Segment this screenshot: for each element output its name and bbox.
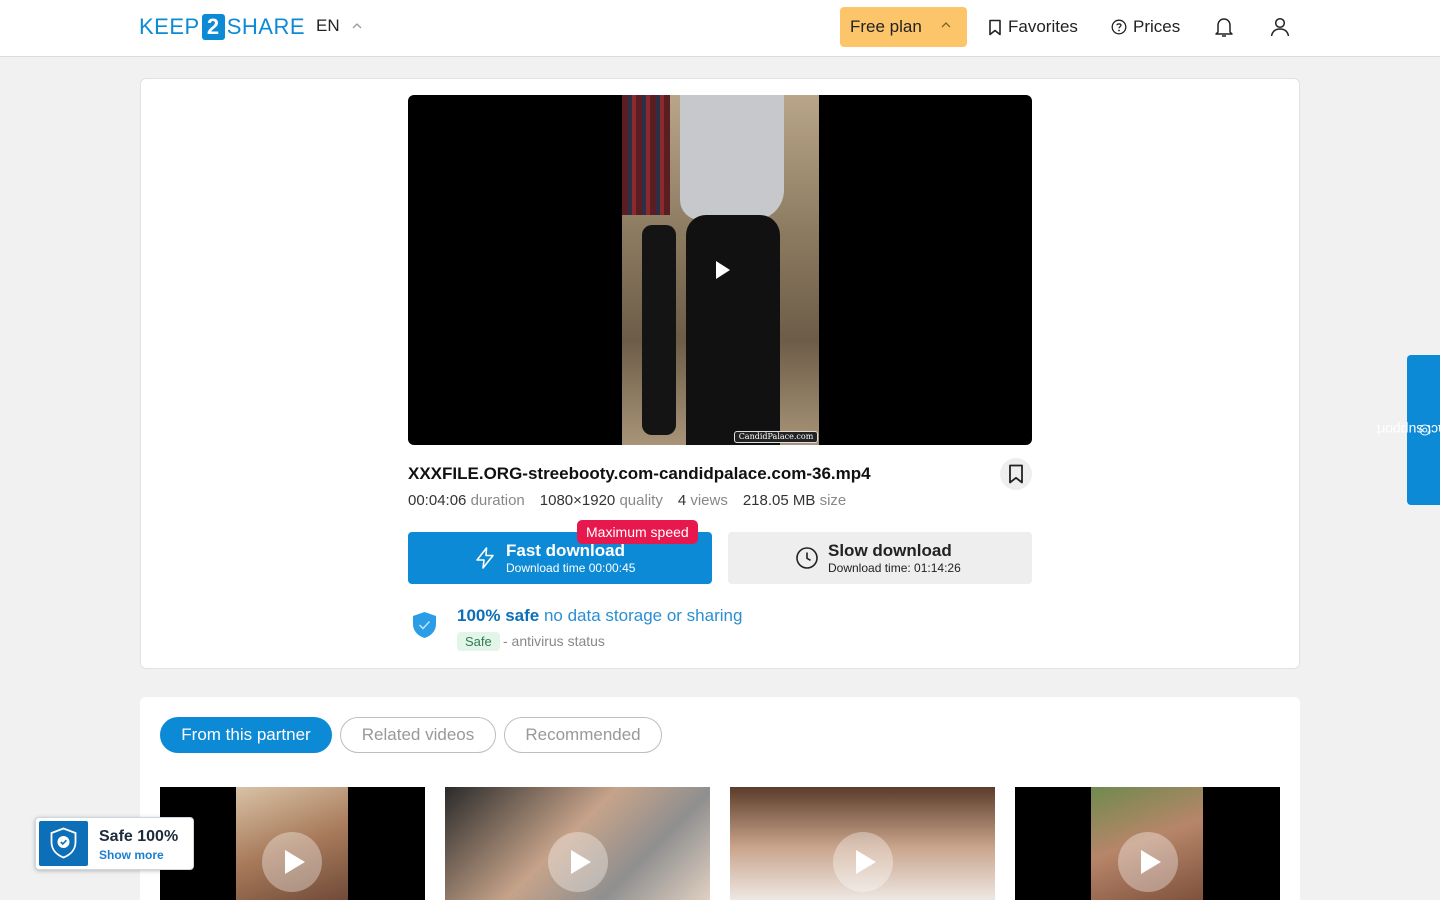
bell-icon [1215, 18, 1233, 37]
antivirus-label: - antivirus status [503, 633, 605, 649]
meta-quality: 1080×1920 quality [540, 492, 663, 509]
file-meta: 00:04:06 duration 1080×1920 quality 4 vi… [408, 492, 861, 509]
tab-recommended[interactable]: Recommended [504, 717, 662, 753]
account-button[interactable] [1268, 15, 1292, 39]
slow-download-time: Download time: 01:14:26 [828, 561, 961, 575]
support-text: contact support [1375, 422, 1440, 438]
frame-detail-plaid [622, 95, 670, 215]
frame-detail-legs [686, 215, 780, 445]
video-thumbnail[interactable] [160, 787, 425, 900]
quality-value: 1080×1920 [539, 492, 616, 509]
prices-label: Prices [1133, 17, 1181, 36]
size-value: 218.05 MB [742, 492, 816, 509]
favorites-link[interactable]: Favorites [988, 17, 1078, 37]
user-icon [1270, 17, 1290, 37]
safe-note: no data storage or sharing [543, 606, 743, 625]
help-circle-icon [1111, 19, 1127, 35]
notifications-button[interactable] [1212, 15, 1236, 39]
safe-bold: 100% safe [457, 606, 540, 625]
plan-label: Free plan [850, 17, 922, 36]
clock-icon [796, 547, 818, 569]
safety-statement: 100% safe no data storage or sharing [457, 606, 742, 626]
duration-value: 00:04:06 [408, 492, 467, 509]
tab-from-this-partner[interactable]: From this partner [160, 717, 332, 753]
shield-check-icon [413, 612, 436, 638]
views-value: 4 [677, 492, 687, 509]
play-icon [548, 832, 608, 892]
play-icon [833, 832, 893, 892]
language-selector[interactable]: EN [316, 16, 362, 36]
meta-duration: 00:04:06 duration [408, 492, 525, 509]
frame-detail-shirt [680, 95, 784, 220]
free-plan-button[interactable]: Free plan [840, 7, 967, 47]
language-label: EN [316, 16, 340, 35]
play-icon[interactable] [714, 260, 732, 280]
show-more-link[interactable]: Show more [99, 848, 164, 862]
slow-download-button[interactable]: Slow download Download time: 01:14:26 [728, 532, 1032, 584]
views-label: views [690, 492, 728, 509]
antivirus-status-badge: Safe [457, 632, 500, 651]
file-name: XXXFILE.ORG-streebooty.com-candidpalace.… [408, 464, 871, 483]
video-thumbnail[interactable] [730, 787, 995, 900]
video-thumbnail[interactable] [445, 787, 710, 900]
contact-support-tab[interactable]: ◎ contact support [1376, 355, 1440, 505]
shield-check-icon [50, 827, 77, 859]
maximum-speed-badge: Maximum speed [577, 520, 698, 544]
video-player[interactable]: CandidPalace.com [408, 95, 1032, 445]
size-label: size [819, 492, 847, 509]
frame-detail-legs-left [642, 225, 676, 435]
add-favorite-button[interactable] [1000, 458, 1032, 490]
tab-related-videos[interactable]: Related videos [340, 717, 496, 753]
logo-two: 2 [201, 14, 225, 40]
video-thumbnail[interactable] [1015, 787, 1280, 900]
duration-label: duration [470, 492, 525, 509]
lightning-icon [476, 547, 494, 569]
safe-widget[interactable]: Safe 100% Show more [35, 817, 194, 870]
play-icon [1118, 832, 1178, 892]
meta-views: 4 views [678, 492, 728, 509]
top-header: KEEP 2 SHARE EN Free plan Favorites Prices [0, 0, 1440, 57]
logo-share: SHARE [226, 14, 305, 39]
chevron-up-icon [941, 22, 951, 28]
prices-link[interactable]: Prices [1111, 17, 1180, 37]
meta-size: 218.05 MB size [743, 492, 846, 509]
bookmark-icon [1009, 464, 1023, 484]
safe-widget-badge [39, 821, 88, 866]
quality-label: quality [619, 492, 663, 509]
safe-widget-title: Safe 100% [99, 828, 179, 845]
bookmark-icon [989, 19, 1001, 35]
fast-download-time: Download time 00:00:45 [506, 561, 636, 575]
logo-keep: KEEP [139, 14, 200, 39]
fast-download-title: Fast download [506, 541, 625, 560]
play-icon [262, 832, 322, 892]
contact-support-label: ◎ contact support [1376, 422, 1440, 438]
chevron-up-icon [352, 23, 362, 29]
keep2share-logo[interactable]: KEEP 2 SHARE [139, 14, 305, 40]
slow-download-title: Slow download [828, 541, 952, 560]
favorites-label: Favorites [1008, 17, 1078, 36]
video-watermark: CandidPalace.com [734, 431, 818, 443]
